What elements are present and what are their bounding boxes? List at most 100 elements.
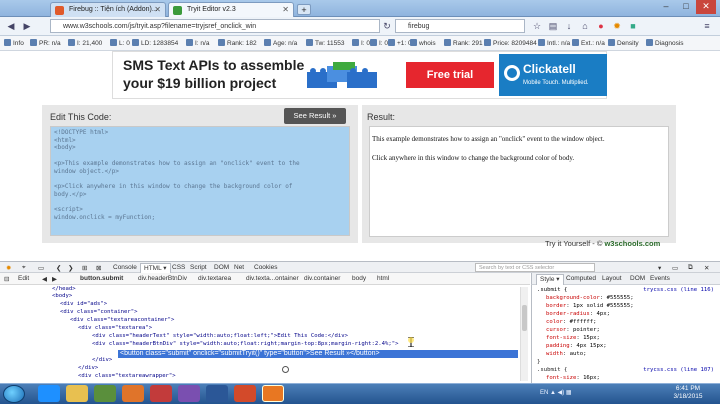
app-icon[interactable]	[178, 385, 200, 402]
new-tab-button[interactable]: +	[297, 4, 311, 15]
tab-dom[interactable]: DOM	[630, 275, 645, 282]
app-icon[interactable]	[150, 385, 172, 402]
start-button[interactable]	[3, 385, 25, 403]
firebug-icon[interactable]: ✹	[610, 20, 624, 33]
tree-node[interactable]: <body>	[52, 293, 72, 300]
seo-item[interactable]: Density	[608, 39, 639, 47]
seo-item[interactable]: I: 21,400	[68, 39, 102, 47]
seo-item[interactable]: I: 0	[370, 39, 388, 47]
ad-banner[interactable]: SMS Text APIs to assemble your $19 billi…	[112, 51, 607, 99]
tab-css[interactable]: CSS	[172, 264, 185, 271]
close-icon[interactable]: ⊠	[96, 264, 101, 272]
tree-node[interactable]: <div id="ads">	[60, 301, 107, 308]
seo-item[interactable]: Info	[4, 39, 24, 47]
firebug-icon[interactable]: ✹	[6, 264, 11, 272]
seo-item[interactable]: Diagnosis	[646, 39, 684, 47]
back-icon[interactable]: ❮	[56, 264, 61, 272]
tab-net[interactable]: Net	[234, 264, 244, 271]
close-icon[interactable]: ✕	[154, 5, 161, 14]
seo-item[interactable]: whois	[410, 39, 436, 47]
seo-item[interactable]: Rank: 291	[444, 39, 483, 47]
tree-node[interactable]: <div class="textarea">	[78, 325, 152, 332]
tab-cookies[interactable]: Cookies	[254, 264, 277, 271]
forward-icon[interactable]: ▶	[20, 20, 34, 33]
devtools-search-input[interactable]: Search by text or CSS selector	[475, 263, 595, 272]
window-close-button[interactable]: ✕	[696, 0, 716, 14]
expand-icon[interactable]: ⊟	[4, 275, 9, 283]
breadcrumb-item[interactable]: body	[352, 275, 366, 282]
selected-tree-node[interactable]: <button class="submit" onclick="submitTr…	[118, 350, 518, 358]
tab-firebug-addon[interactable]: Firebug :: Tiện ích (Addon)... ✕	[50, 2, 166, 17]
clock[interactable]: 6:41 PM 3/18/2015	[660, 385, 716, 401]
tab-layout[interactable]: Layout	[602, 275, 622, 282]
seo-item[interactable]: L: 0	[110, 39, 130, 47]
tab-events[interactable]: Events	[650, 275, 670, 282]
maximize-button[interactable]: □	[676, 0, 696, 14]
media-icon[interactable]	[94, 385, 116, 402]
seo-item[interactable]: Tw: 11553	[306, 39, 345, 47]
breadcrumb-item[interactable]: div.headerBtnDiv	[138, 275, 187, 282]
tree-node[interactable]: <div class="container">	[60, 309, 137, 316]
inspect-icon[interactable]: ▭	[38, 264, 44, 272]
inspect-icon[interactable]: ⌖	[22, 264, 26, 272]
css-property[interactable]: padding: 4px 15px;	[546, 343, 607, 350]
tree-node[interactable]: <div class="headerBtnDiv" style="width:a…	[92, 341, 398, 348]
css-property[interactable]: border-radius: 4px;	[546, 311, 610, 318]
seo-item[interactable]: I: n/a	[186, 39, 209, 47]
addon-icon[interactable]: ●	[594, 20, 608, 33]
tab-tryit-editor[interactable]: Tryit Editor v2.3 ✕	[168, 2, 294, 17]
seo-item[interactable]: LD: 1283854	[132, 39, 178, 47]
dock-icon[interactable]: ▾	[658, 264, 661, 272]
back-icon[interactable]: ◀	[42, 275, 47, 283]
free-trial-button[interactable]: Free trial	[406, 62, 494, 88]
powerpoint-icon[interactable]	[234, 385, 256, 402]
breadcrumb-item[interactable]: div.container	[304, 275, 340, 282]
css-rule[interactable]: .submit {	[537, 367, 567, 374]
edit-button[interactable]: Edit	[18, 275, 29, 282]
css-rule[interactable]: .submit {	[537, 287, 567, 294]
seo-item[interactable]: Rank: 182	[218, 39, 257, 47]
menu-icon[interactable]: ≡	[700, 20, 714, 33]
address-bar[interactable]: www.w3schools.com/js/tryit.asp?filename=…	[50, 19, 380, 33]
breadcrumb-item[interactable]: div.textarea	[198, 275, 231, 282]
bookmarks-icon[interactable]: ▤	[546, 20, 560, 33]
seo-item[interactable]: +1: 0	[388, 39, 412, 47]
minimize-button[interactable]: –	[656, 0, 676, 14]
folder-icon[interactable]	[66, 385, 88, 402]
app-icon[interactable]	[122, 385, 144, 402]
breadcrumb-item[interactable]: html	[377, 275, 389, 282]
firefox-icon[interactable]	[262, 385, 284, 402]
w3schools-link[interactable]: w3schools.com	[604, 239, 660, 248]
css-source-link[interactable]: trycss.css (line 107)	[643, 367, 714, 374]
seo-item[interactable]: PR: n/a	[30, 39, 61, 47]
html-tree-scrollbar[interactable]	[520, 287, 528, 381]
seo-item[interactable]: Price: 8209484	[484, 39, 537, 47]
word-icon[interactable]	[206, 385, 228, 402]
extension-icon[interactable]: ■	[626, 20, 640, 33]
seo-item[interactable]: I: 0	[352, 39, 370, 47]
forward-icon[interactable]: ❯	[68, 264, 73, 272]
expand-icon[interactable]: ⊞	[82, 264, 87, 272]
css-property[interactable]: font-size: 16px;	[546, 375, 600, 382]
css-source-link[interactable]: trycss.css (line 116)	[643, 287, 714, 294]
tab-console[interactable]: Console	[113, 264, 137, 271]
html-tree[interactable]: </head> <body> <div id="ads"> <div class…	[0, 285, 530, 383]
style-panel[interactable]: .submit { trycss.css (line 116) backgrou…	[531, 285, 720, 383]
seo-item[interactable]: Intl.: n/a	[538, 39, 570, 47]
tree-node[interactable]: </div>	[78, 365, 98, 372]
clickatell-logo[interactable]: Clickatell Mobile Touch. Multiplied.	[499, 54, 607, 96]
css-property[interactable]: cursor: pointer;	[546, 327, 600, 334]
tree-node[interactable]: <div class="headerText" style="width:aut…	[92, 333, 348, 340]
back-icon[interactable]: ◀	[4, 20, 18, 33]
breadcrumb-item[interactable]: button.submit	[80, 275, 123, 282]
seo-item[interactable]: Ext.: n/a	[572, 39, 605, 47]
ie-icon[interactable]	[38, 385, 60, 402]
css-property[interactable]: background-color: #555555;	[546, 295, 634, 302]
tree-node[interactable]: </div>	[92, 357, 112, 364]
forward-icon[interactable]: ▶	[52, 275, 57, 283]
tab-dom[interactable]: DOM	[214, 264, 229, 271]
tree-node[interactable]: </head>	[52, 286, 76, 293]
seo-item[interactable]: Age: n/a	[264, 39, 297, 47]
scrollbar-thumb[interactable]	[522, 305, 527, 331]
css-property[interactable]: font-size: 15px;	[546, 335, 600, 342]
